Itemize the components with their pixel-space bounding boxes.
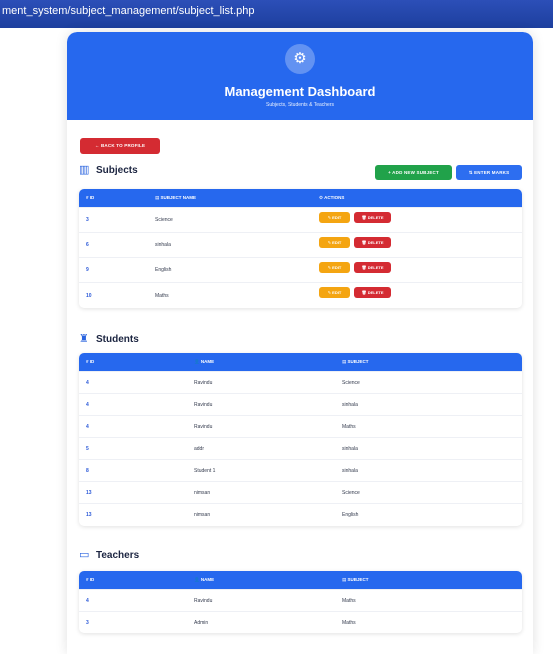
student-name: Ravindu [194, 402, 213, 408]
subjects-table-header: # ID ▤ Subject Name ⚙ Actions [79, 189, 522, 207]
teacher-id: 3 [86, 620, 89, 626]
table-row: 6 sinhala ✎ Edit 🗑 Delete [79, 232, 522, 257]
subject-name: Maths [155, 293, 169, 299]
subjects-title: Subjects [96, 165, 138, 176]
column-header-subject-name: ▤ Subject Name [155, 195, 197, 200]
page-title: Management Dashboard [224, 84, 376, 99]
subject-name: Science [155, 217, 173, 223]
students-title: Students [96, 334, 139, 345]
student-subject: sinhala [342, 446, 358, 452]
subject-id: 9 [86, 267, 89, 273]
teachers-title: Teachers [96, 550, 140, 561]
student-subject: Maths [342, 424, 356, 430]
subjects-heading: ▥ Subjects [79, 164, 138, 177]
delete-button[interactable]: 🗑 Delete [354, 237, 391, 248]
students-heading: ♜ Students [79, 333, 139, 346]
student-subject: Science [342, 380, 360, 386]
student-name: addr [194, 446, 205, 452]
column-header-subject: ▤ Subject [342, 359, 369, 364]
table-row: 13 nimsan Science [79, 481, 522, 503]
student-name: nimsan [194, 490, 211, 496]
subjects-table: # ID ▤ Subject Name ⚙ Actions 3 Science … [79, 189, 522, 308]
table-row: 4 Ravindu Science [79, 371, 522, 393]
table-row: 3 Admin Maths [79, 611, 522, 633]
browser-address-bar[interactable]: ment_system/subject_management/subject_l… [0, 0, 553, 28]
teachers-table-header: # ID 👤 Name ▤ Subject [79, 571, 522, 589]
teachers-heading: ▭ Teachers [79, 549, 140, 562]
table-row: 13 nimsan English [79, 503, 522, 526]
page-subtitle: Subjects, Students & Teachers [265, 102, 334, 108]
column-header-actions: ⚙ Actions [319, 195, 345, 200]
student-id: 8 [86, 468, 89, 474]
student-subject: Science [342, 490, 360, 496]
dashboard-header: ⚙ Management Dashboard Subjects, Student… [67, 32, 533, 120]
teacher-name: Ravindu [194, 598, 213, 604]
table-row: 8 Student 1 sinhala [79, 459, 522, 481]
student-id: 5 [86, 446, 89, 452]
teacher-subject: Maths [342, 598, 356, 604]
teacher-name: Admin [194, 620, 209, 626]
table-row: 4 Ravindu sinhala [79, 393, 522, 415]
book-icon: ▥ [79, 164, 90, 176]
table-row: 9 English ✎ Edit 🗑 Delete [79, 257, 522, 282]
teacher-subject: Maths [342, 620, 356, 626]
table-row: 3 Science ✎ Edit 🗑 Delete [79, 207, 522, 232]
column-header-id: # ID [86, 577, 95, 582]
table-row: 10 Maths ✎ Edit 🗑 Delete [79, 282, 522, 308]
enter-marks-button[interactable]: ⇅ Enter Marks [456, 165, 522, 180]
graduate-icon: ♜ [79, 333, 89, 345]
back-to-profile-button[interactable]: ← Back to Profile [80, 138, 160, 154]
students-table-header: # ID 👤 Name ▤ Subject [79, 353, 522, 371]
table-row: 5 addr sinhala [79, 437, 522, 459]
student-id: 13 [86, 512, 92, 518]
student-id: 4 [86, 424, 89, 430]
student-name: Ravindu [194, 424, 213, 430]
teacher-id: 4 [86, 598, 89, 604]
subject-id: 10 [86, 293, 92, 299]
column-header-id: # ID [86, 359, 95, 364]
subject-name: English [155, 267, 172, 273]
students-table: # ID 👤 Name ▤ Subject 4 Ravindu Science … [79, 353, 522, 526]
student-subject: sinhala [342, 468, 358, 474]
edit-button[interactable]: ✎ Edit [319, 237, 350, 248]
subject-id: 3 [86, 217, 89, 223]
column-header-subject: ▤ Subject [342, 577, 369, 582]
add-new-subject-button[interactable]: + Add New Subject [375, 165, 452, 180]
student-subject: sinhala [342, 402, 358, 408]
table-row: 4 Ravindu Maths [79, 589, 522, 611]
student-id: 4 [86, 380, 89, 386]
student-id: 4 [86, 402, 89, 408]
column-header-id: # ID [86, 195, 95, 200]
delete-button[interactable]: 🗑 Delete [354, 212, 391, 223]
delete-button[interactable]: 🗑 Delete [354, 262, 391, 273]
table-row: 4 Ravindu Maths [79, 415, 522, 437]
edit-button[interactable]: ✎ Edit [319, 262, 350, 273]
teachers-table: # ID 👤 Name ▤ Subject 4 Ravindu Maths 3 … [79, 571, 522, 633]
student-id: 13 [86, 490, 92, 496]
edit-button[interactable]: ✎ Edit [319, 212, 350, 223]
student-name: nimsan [194, 512, 211, 518]
gears-icon: ⚙ [285, 44, 315, 74]
subject-name: sinhala [155, 242, 171, 248]
student-subject: English [342, 512, 359, 518]
student-name: Student 1 [194, 468, 216, 474]
edit-button[interactable]: ✎ Edit [319, 287, 350, 298]
dashboard-card: ⚙ Management Dashboard Subjects, Student… [67, 32, 533, 654]
column-header-name: 👤 Name [194, 577, 215, 582]
subject-id: 6 [86, 242, 89, 248]
delete-button[interactable]: 🗑 Delete [354, 287, 391, 298]
chalkboard-teacher-icon: ▭ [79, 549, 90, 561]
student-name: Ravindu [194, 380, 213, 386]
column-header-name: 👤 Name [194, 359, 215, 364]
